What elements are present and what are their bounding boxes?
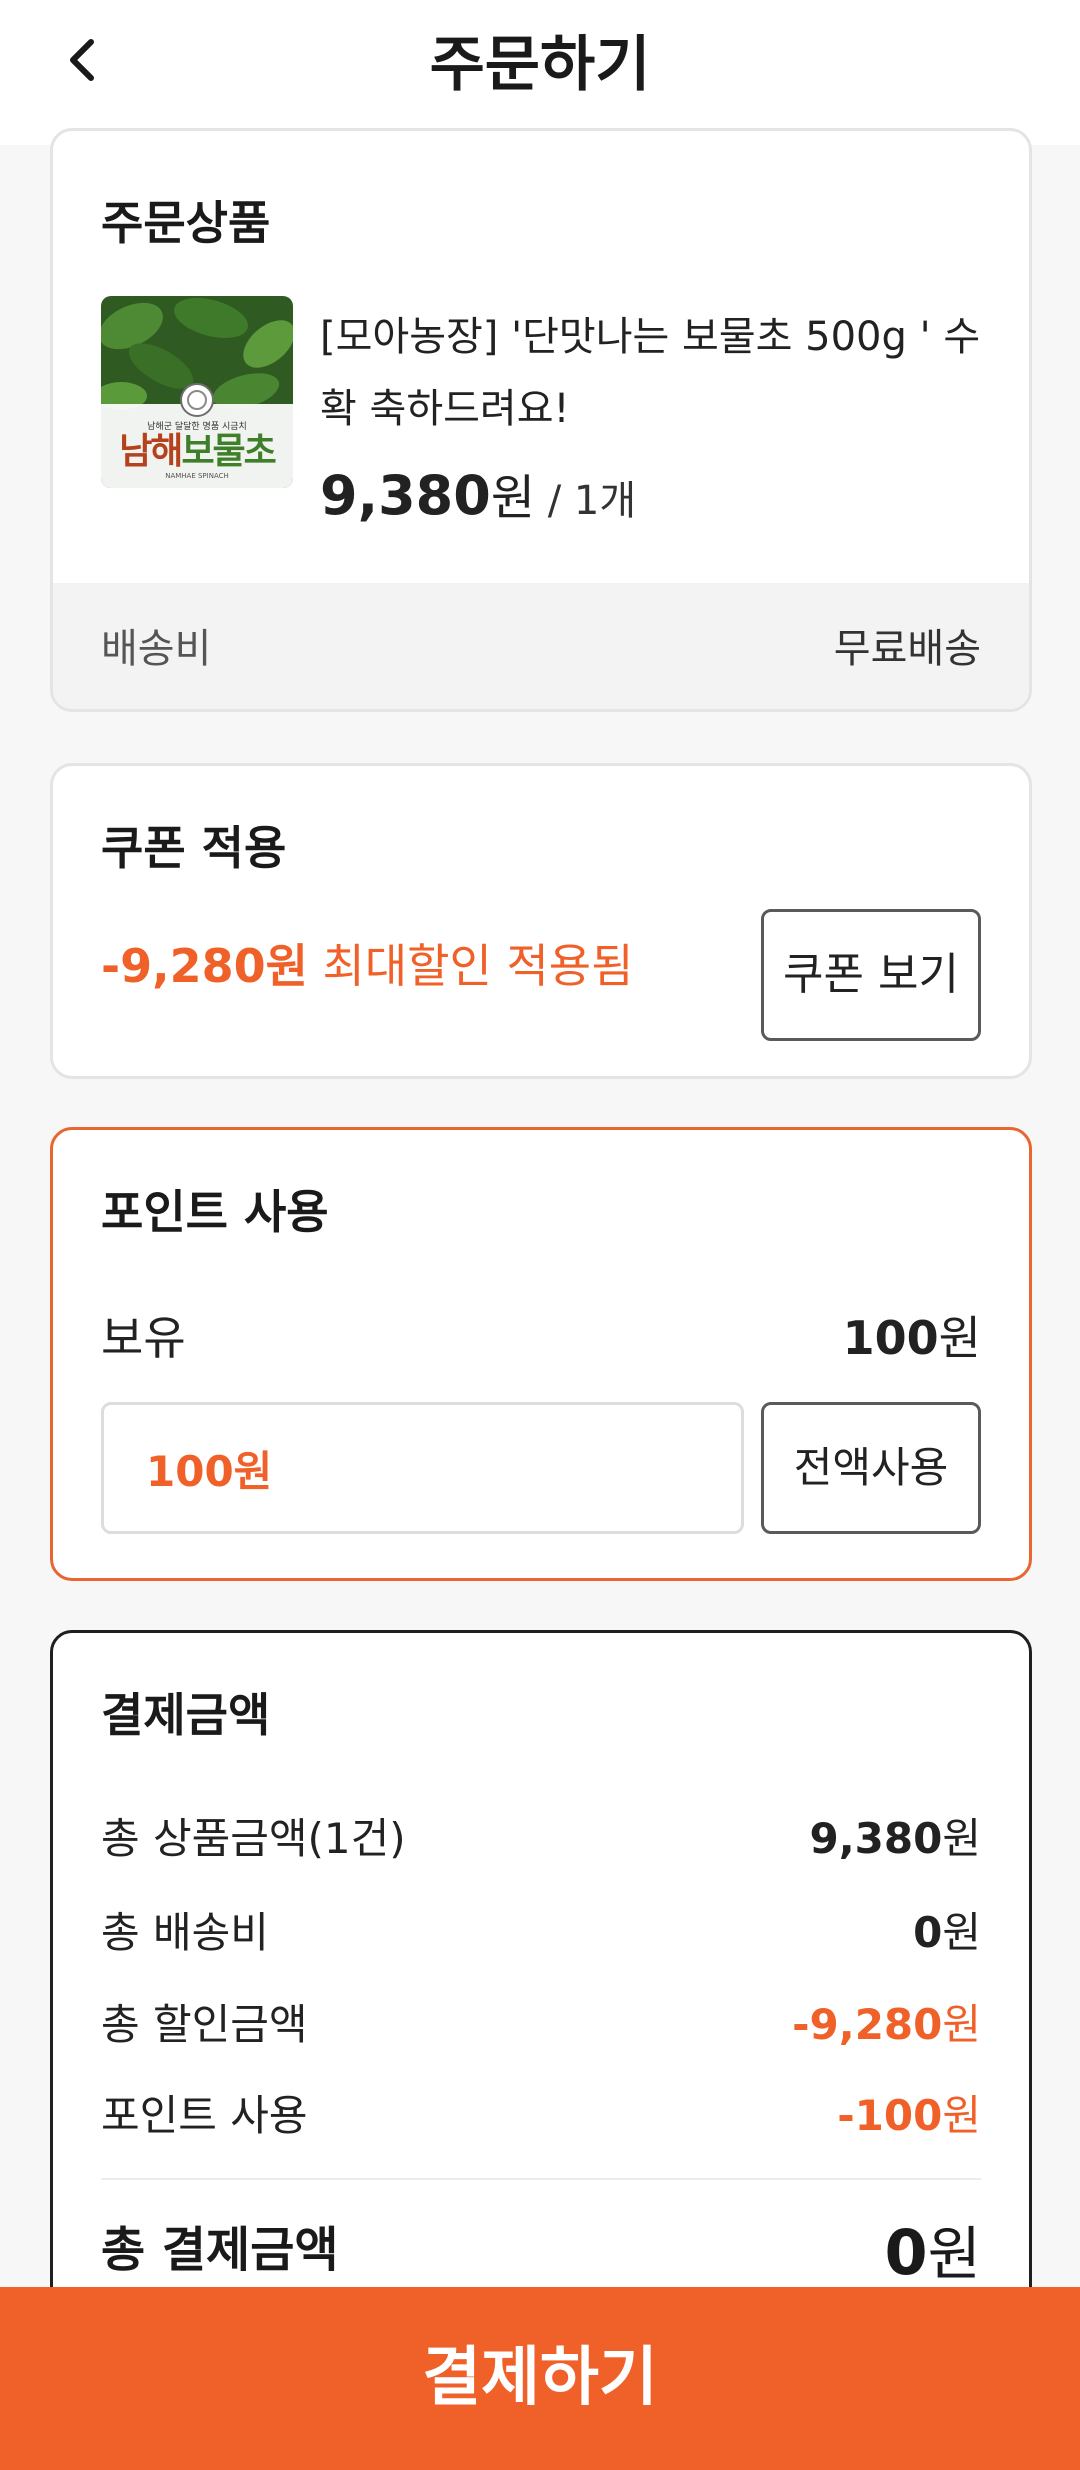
shipping-fee-value: 무료배송 [833,626,981,672]
pay-button[interactable]: 결제하기 [0,2287,1080,2470]
coupon-card: 쿠폰 적용 -9,280원 최대할인 적용됨 쿠폰 보기 [50,763,1032,1079]
page-title: 주문하기 [429,30,651,100]
total-shipping-row: 총 배송비 0원 [101,1908,981,1957]
payment-title: 결제금액 [101,1688,271,1742]
total-discount-row: 총 할인금액 -9,280원 [101,2000,981,2049]
total-product-amount-row: 총 상품금액(1건) 9,380원 [101,1814,981,1863]
points-used-row: 포인트 사용 -100원 [101,2091,981,2140]
points-amount-input[interactable] [101,1402,744,1534]
payment-divider [101,2178,981,2180]
shipping-fee-label: 배송비 [101,626,212,672]
order-product-title: 주문상품 [101,196,271,250]
owned-points-value: 100원 [842,1311,981,1365]
order-product-card: 주문상품 남해군 달달한 명품 시금치 남해보물초 NAMHAE SPINACH… [50,128,1032,712]
total-payment-value: 0원 [884,2216,981,2289]
app-header: 주문하기 [0,0,1080,145]
shipping-fee-row: 배송비 무료배송 [53,583,1029,709]
total-payment-label: 총 결제금액 [101,2222,339,2278]
points-title: 포인트 사용 [101,1185,329,1239]
use-all-points-button[interactable]: 전액사용 [761,1402,981,1534]
product-price: 9,380원 / 1개 [320,464,637,527]
product-name[interactable]: [모아농장] '단맛나는 보물초 500g ' 수확 축하드려요! [320,301,1000,445]
coupon-discount-status: -9,280원 최대할인 적용됨 [101,939,634,993]
product-thumbnail[interactable]: 남해군 달달한 명품 시금치 남해보물초 NAMHAE SPINACH [101,296,293,488]
points-card: 포인트 사용 보유 100원 전액사용 [50,1127,1032,1581]
product-quantity: / 1개 [547,478,637,524]
thumbnail-english: NAMHAE SPINACH [165,472,229,480]
coupon-title: 쿠폰 적용 [101,821,287,875]
view-coupons-button[interactable]: 쿠폰 보기 [761,909,981,1041]
thumbnail-brand: 남해보물초 [119,431,277,472]
owned-points-label: 보유 [101,1311,186,1365]
